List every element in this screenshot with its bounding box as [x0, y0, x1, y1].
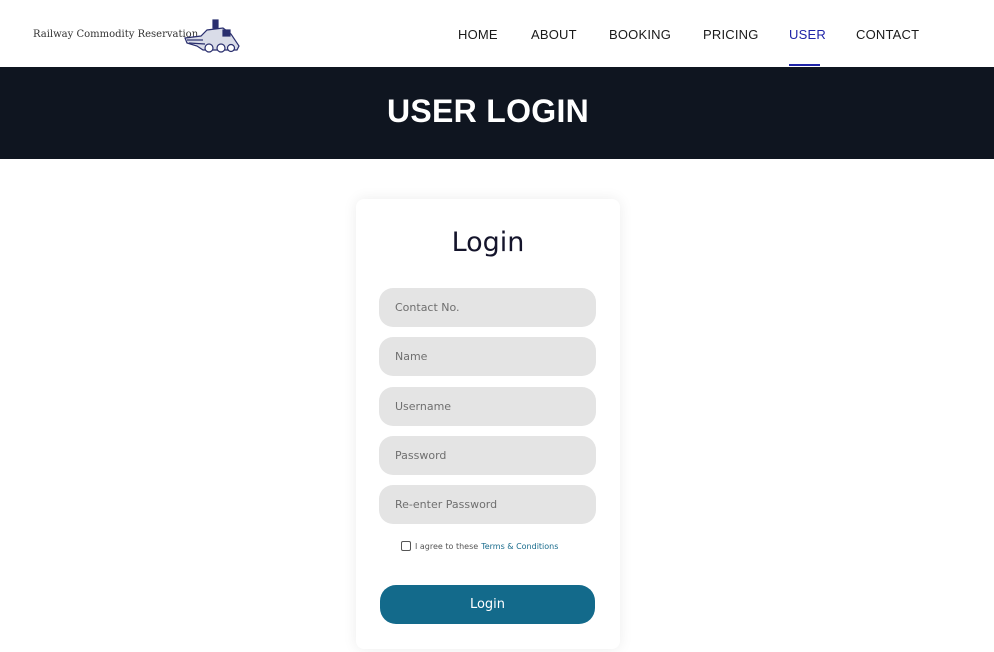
password-input[interactable]: [379, 436, 596, 475]
page-title: USER LOGIN: [386, 93, 590, 129]
site-header: Railway Commodity Reservation HOME ABOUT…: [0, 0, 994, 67]
username-input[interactable]: [379, 387, 596, 426]
page-banner: USER LOGIN: [0, 67, 994, 159]
nav-home[interactable]: HOME: [458, 27, 498, 42]
contact-no-input[interactable]: [379, 288, 596, 327]
nav-about[interactable]: ABOUT: [531, 27, 577, 42]
login-card: Login I agree to these Terms & Condition…: [356, 199, 620, 649]
nav-pricing[interactable]: PRICING: [703, 27, 759, 42]
agree-checkbox[interactable]: [401, 541, 411, 551]
agree-text: I agree to these: [415, 541, 479, 551]
active-nav-indicator: [789, 64, 820, 66]
terms-link[interactable]: Terms & Conditions: [481, 542, 558, 551]
login-button[interactable]: Login: [380, 585, 595, 624]
terms-agreement: I agree to these Terms & Conditions: [401, 541, 558, 551]
reenter-password-input[interactable]: [379, 485, 596, 524]
main-nav: HOME ABOUT BOOKING PRICING USER CONTACT: [0, 0, 994, 67]
nav-contact[interactable]: CONTACT: [856, 27, 919, 42]
nav-booking[interactable]: BOOKING: [609, 27, 671, 42]
name-input[interactable]: [379, 337, 596, 376]
nav-user[interactable]: USER: [789, 27, 826, 42]
login-title: Login: [451, 227, 525, 258]
